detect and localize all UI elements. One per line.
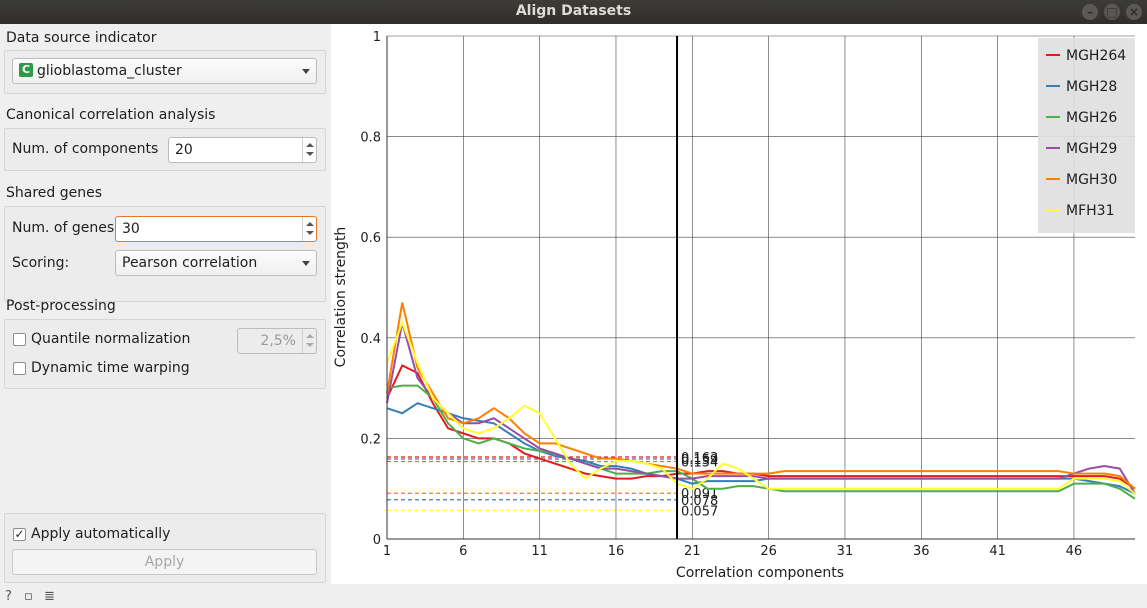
corpus-icon: C — [19, 63, 33, 77]
correlation-chart[interactable]: 0.1630.0780.1540.1590.0910.057 1 6 11 16 21 2… — [331, 24, 1147, 584]
spin-up-icon[interactable] — [306, 222, 314, 226]
maximize-icon[interactable]: □ — [1104, 4, 1120, 20]
x-tick-label: 46 — [1066, 544, 1083, 559]
quantile-spinbox[interactable]: 2,5% — [237, 328, 317, 354]
x-tick-label: 21 — [684, 544, 701, 559]
y-tick-label: 0.4 — [360, 332, 381, 347]
quantile-label: Quantile normalization — [31, 331, 191, 347]
y-tick-label: 0 — [373, 533, 381, 548]
plot-area: 0.163 0.078 0.154 0.159 0.091 0.057 1 6 11 16 21 2… — [331, 24, 1147, 584]
chart-axes: 1 6 11 16 21 26 31 36 41 4600.20.40.60.81 — [360, 30, 1135, 559]
series-lines — [386, 36, 1136, 539]
spin-up-icon[interactable] — [306, 334, 314, 338]
x-tick-label: 41 — [989, 544, 1006, 559]
chart-legend: MGH264 MGH28 MGH26 MGH29 MGH30 MFH31 — [1038, 38, 1135, 233]
report-icon[interactable]: ≣ — [44, 589, 55, 604]
window-titlebar: Align Datasets – □ × — [0, 0, 1147, 24]
y-axis-label: Correlation strength — [333, 227, 349, 368]
data-source-combo[interactable]: Cglioblastoma_cluster — [12, 58, 317, 84]
post-processing-group: Quantile normalization 2,5% Dynamic time… — [4, 319, 326, 389]
close-icon[interactable]: × — [1126, 4, 1142, 20]
cca-group: Num. of components 20 — [4, 128, 326, 171]
x-tick-label: 11 — [531, 544, 548, 559]
apply-auto-label: Apply automatically — [31, 526, 171, 542]
components-label: Num. of components — [12, 141, 159, 157]
chart-grid — [386, 35, 1135, 540]
spin-down-icon[interactable] — [306, 343, 314, 347]
genes-spinbox[interactable]: 30 — [115, 216, 317, 242]
scoring-value: Pearson correlation — [122, 255, 258, 271]
save-icon[interactable]: ▫ — [24, 589, 33, 604]
series-line — [386, 384, 1136, 500]
dtw-label: Dynamic time warping — [31, 360, 190, 376]
x-tick-label: 31 — [837, 544, 854, 559]
data-source-title: Data source indicator — [6, 30, 157, 46]
series-line — [386, 302, 1136, 490]
post-processing-title: Post-processing — [6, 298, 116, 314]
genes-value: 30 — [122, 221, 140, 237]
status-bar: ? ▫ ≣ — [0, 585, 1147, 608]
cca-title: Canonical correlation analysis — [6, 107, 216, 123]
data-source-group: Cglioblastoma_cluster — [4, 50, 326, 94]
spin-buttons[interactable] — [302, 138, 316, 162]
series-line — [386, 319, 1136, 495]
x-tick-label: 36 — [913, 544, 930, 559]
window-title: Align Datasets — [515, 3, 632, 19]
y-tick-label: 1 — [373, 30, 381, 45]
x-tick-label: 16 — [608, 544, 625, 559]
x-tick-label: 26 — [760, 544, 777, 559]
chevron-down-icon — [302, 69, 310, 74]
spin-up-icon[interactable] — [306, 143, 314, 147]
help-icon[interactable]: ? — [5, 589, 12, 604]
threshold-label: 0.159 — [681, 453, 718, 468]
legend-label: MFH31 — [1066, 203, 1114, 219]
threshold-label: 0.057 — [681, 504, 718, 519]
spin-buttons[interactable] — [302, 329, 316, 353]
apply-auto-checkbox[interactable]: ✓ — [13, 528, 26, 541]
chevron-down-icon — [302, 261, 310, 266]
spin-buttons[interactable] — [302, 217, 316, 241]
components-spinbox[interactable]: 20 — [168, 137, 317, 163]
scoring-combo[interactable]: Pearson correlation — [115, 250, 317, 276]
shared-genes-group: Num. of genes 30 Scoring: Pearson correl… — [4, 206, 326, 302]
legend-label: MGH26 — [1066, 110, 1117, 126]
x-tick-label: 6 — [459, 544, 467, 559]
spin-down-icon[interactable] — [306, 152, 314, 156]
x-axis-label: Correlation components — [676, 565, 844, 581]
dtw-checkbox[interactable] — [13, 362, 26, 375]
series-line — [386, 402, 1136, 495]
legend-label: MGH30 — [1066, 172, 1117, 188]
x-tick-label: 1 — [383, 544, 391, 559]
control-panel: Data source indicator Cglioblastoma_clus… — [0, 24, 331, 584]
y-tick-label: 0.6 — [360, 231, 381, 246]
quantile-value: 2,5% — [260, 333, 296, 349]
y-tick-label: 0.2 — [360, 432, 381, 447]
scoring-label: Scoring: — [12, 255, 70, 271]
apply-button[interactable]: Apply — [12, 549, 317, 575]
shared-genes-title: Shared genes — [6, 185, 103, 201]
legend-label: MGH264 — [1066, 48, 1126, 64]
y-tick-label: 0.8 — [360, 131, 381, 146]
data-source-value: glioblastoma_cluster — [37, 63, 182, 79]
components-value: 20 — [175, 142, 193, 158]
legend-label: MGH29 — [1066, 141, 1117, 157]
series-line — [386, 322, 1136, 495]
genes-label: Num. of genes — [12, 220, 115, 236]
spin-down-icon[interactable] — [306, 231, 314, 235]
minimize-icon[interactable]: – — [1082, 4, 1098, 20]
threshold-lines: 0.1630.0780.1540.1590.0910.057 — [387, 451, 718, 519]
legend-label: MGH28 — [1066, 79, 1117, 95]
quantile-checkbox[interactable] — [13, 333, 26, 346]
